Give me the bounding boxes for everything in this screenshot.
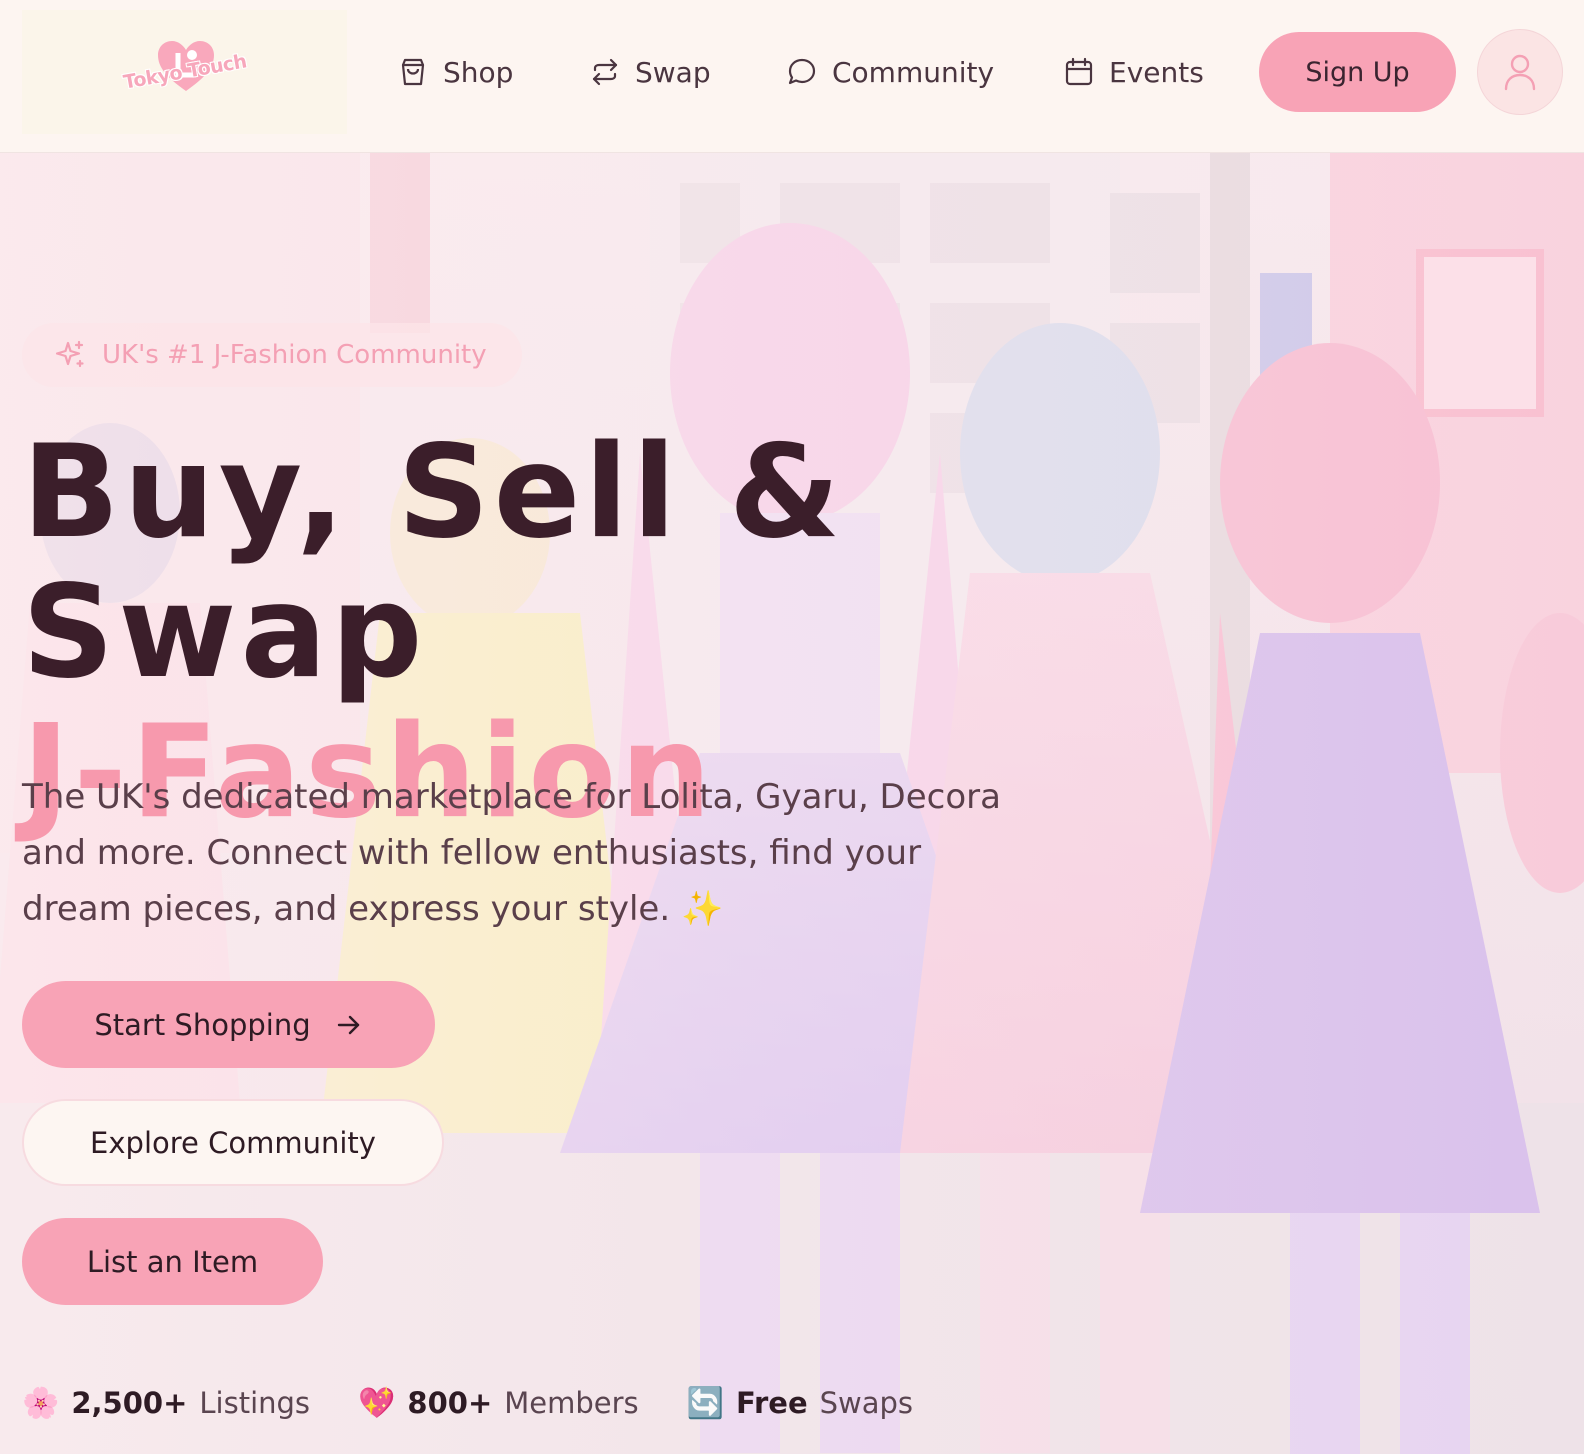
stat-members-value: 800+ <box>407 1386 493 1420</box>
stat-listings-value: 2,500+ <box>71 1386 188 1420</box>
arrow-right-icon <box>337 1015 359 1034</box>
site-header: Tokyo Touch Shop Swap Community Events S… <box>0 0 1584 153</box>
nav-community-label: Community <box>832 55 995 89</box>
stat-swaps-label: Swaps <box>819 1386 914 1420</box>
signup-button[interactable]: Sign Up <box>1259 32 1456 112</box>
stat-members-label: Members <box>504 1386 639 1420</box>
nav-swap-label: Swap <box>635 55 711 89</box>
hero-section: UK's #1 J-Fashion Community Buy, Sell & … <box>0 153 1584 1454</box>
shopping-bag-icon <box>401 58 425 86</box>
nav-shop-label: Shop <box>443 55 514 89</box>
stat-listings: 🌸 2,500+ Listings <box>22 1386 310 1421</box>
community-badge: UK's #1 J-Fashion Community <box>22 323 522 387</box>
stat-swaps-value: Free <box>736 1386 808 1420</box>
list-item-button[interactable]: List an Item <box>22 1218 323 1305</box>
chat-bubble-icon <box>788 58 816 85</box>
nav-events[interactable]: Events <box>1063 46 1204 98</box>
stat-members: 💖 800+ Members <box>358 1386 639 1421</box>
stat-listings-label: Listings <box>199 1386 311 1420</box>
repeat-icon: 🔄 <box>686 1385 725 1421</box>
headline-line-1: Buy, Sell & Swap <box>22 418 845 707</box>
sparkling-heart-icon: 💖 <box>358 1385 396 1421</box>
user-icon <box>1504 54 1536 91</box>
nav-community[interactable]: Community <box>786 46 994 98</box>
stat-swaps: 🔄 Free Swaps <box>687 1386 913 1421</box>
explore-community-button[interactable]: Explore Community <box>22 1099 444 1186</box>
nav-events-label: Events <box>1109 55 1204 89</box>
cherry-blossom-icon: 🌸 <box>22 1385 60 1421</box>
start-shopping-label: Start Shopping <box>94 1007 311 1042</box>
account-button[interactable] <box>1477 29 1563 115</box>
nav-swap[interactable]: Swap <box>589 46 711 98</box>
nav-shop[interactable]: Shop <box>397 46 513 98</box>
list-item-label: List an Item <box>86 1244 259 1279</box>
explore-community-label: Explore Community <box>90 1125 376 1160</box>
calendar-icon <box>1065 57 1093 86</box>
start-shopping-button[interactable]: Start Shopping <box>22 981 435 1068</box>
hero-stats: 🌸 2,500+ Listings 💖 800+ Members 🔄 Free … <box>22 1381 913 1425</box>
sparkle-icon <box>55 340 84 368</box>
swap-arrows-icon <box>592 58 618 86</box>
badge-text: UK's #1 J-Fashion Community <box>102 340 487 370</box>
logo-mark: Tokyo Touch <box>120 37 250 107</box>
hero-description: The UK's dedicated marketplace for Lolit… <box>22 777 1001 929</box>
site-logo[interactable]: Tokyo Touch <box>22 10 347 134</box>
